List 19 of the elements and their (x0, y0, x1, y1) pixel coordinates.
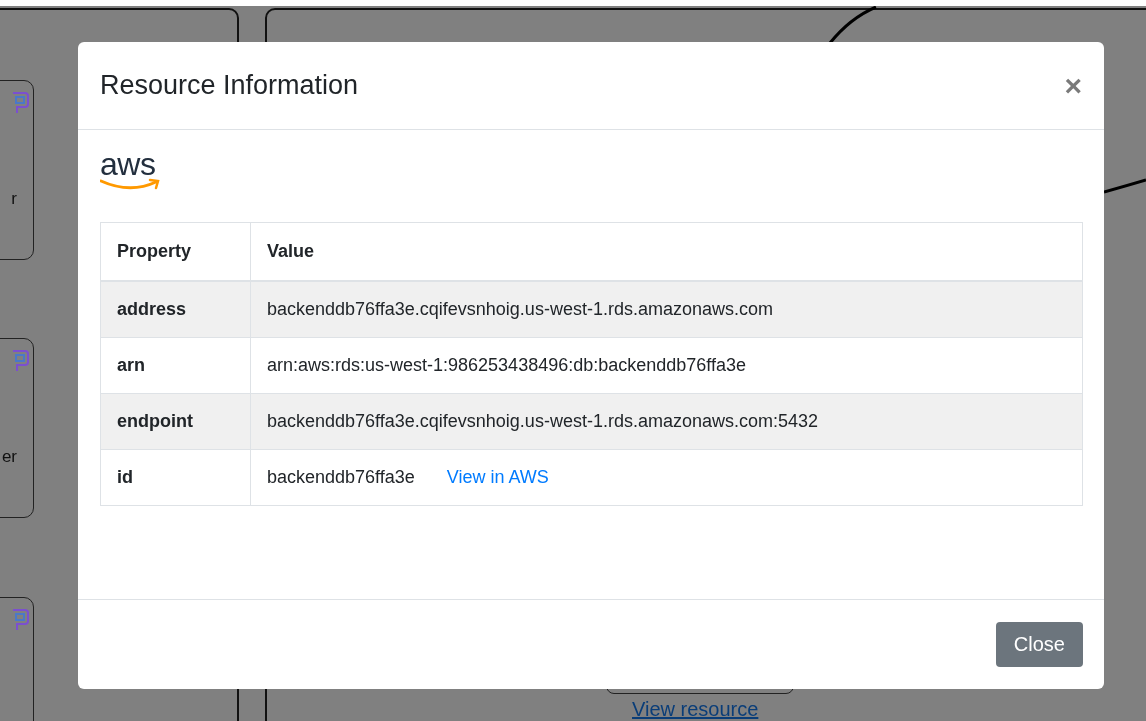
property-cell: address (100, 281, 251, 338)
connector-line (1104, 178, 1146, 194)
dialog-title: Resource Information (100, 70, 359, 101)
property-cell: arn (100, 337, 251, 394)
diagram-node[interactable]: r (0, 80, 34, 260)
close-button[interactable]: Close (995, 622, 1083, 667)
view-in-aws-link[interactable]: View in AWS (446, 467, 549, 487)
node-label: r (11, 189, 17, 209)
connector-line (828, 6, 878, 44)
view-resource-link[interactable]: View resource (632, 698, 759, 721)
aws-logo: aws (100, 150, 162, 190)
diagram-node[interactable]: er (0, 338, 34, 518)
value-text: backenddb76ffa3e.cqifevsnhoig.us-west-1.rds.amazonaws.com (267, 299, 773, 319)
value-text: arn:aws:rds:us-west-1:986253438496:db:backenddb76ffa3e (267, 355, 746, 375)
property-cell: endpoint (100, 393, 251, 450)
value-text: backenddb76ffa3e.cqifevsnhoig.us-west-1.rds.amazonaws.com:5432 (267, 411, 818, 431)
node-label: er (1, 447, 17, 467)
property-cell: id (100, 449, 251, 506)
value-text: backenddb76ffa3e (267, 467, 415, 487)
